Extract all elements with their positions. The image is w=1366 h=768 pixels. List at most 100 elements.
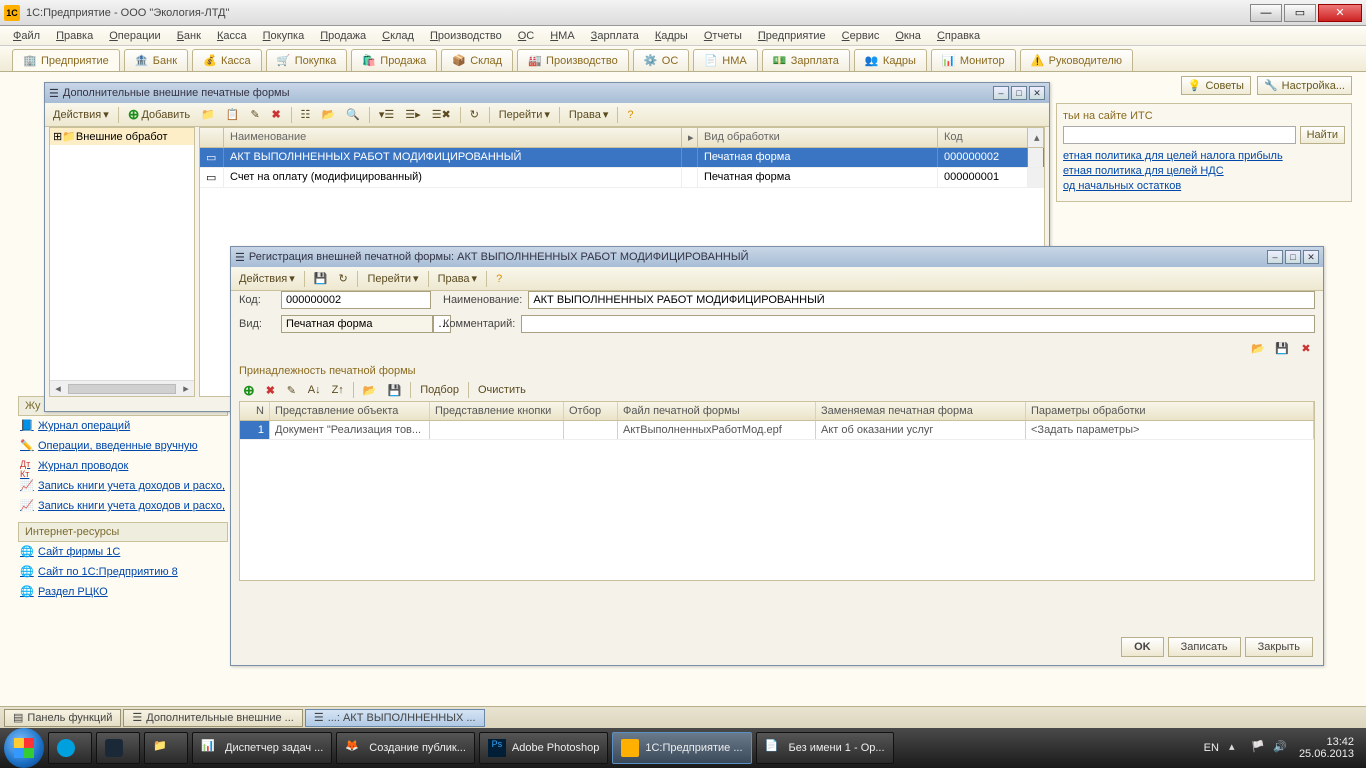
grid-row-2[interactable]: ▭ Счет на оплату (модифицированный) Печа… <box>200 168 1044 188</box>
taskbar-taskmgr[interactable]: 📊Диспетчер задач ... <box>192 732 332 764</box>
taskbar-steam[interactable] <box>96 732 140 764</box>
tab-production[interactable]: 🏭Производство <box>517 49 629 71</box>
name-input[interactable] <box>528 291 1315 309</box>
reg-actions-menu[interactable]: Действия ▾ <box>235 270 299 288</box>
row-delete-button[interactable]: ✖ <box>262 381 280 399</box>
col-prev-header[interactable]: ▸ <box>682 128 698 147</box>
menu-os[interactable]: ОС <box>511 28 542 44</box>
tray-speaker-icon[interactable]: 🔊 <box>1273 740 1289 756</box>
row-edit-button[interactable]: ✎ <box>283 381 301 399</box>
tree-root-item[interactable]: ⊞ 📁 Внешние обработ <box>50 128 194 145</box>
menu-warehouse[interactable]: Склад <box>375 28 421 44</box>
menu-reports[interactable]: Отчеты <box>697 28 749 44</box>
menu-cash[interactable]: Касса <box>210 28 254 44</box>
row-save-button[interactable]: 💾 <box>384 381 406 399</box>
link-journal-postings[interactable]: ДтКтЖурнал проводок <box>18 456 228 476</box>
add-folder-button[interactable]: 📁 <box>197 106 219 124</box>
child2-minimize-button[interactable]: – <box>1267 250 1283 264</box>
reg-help-button[interactable]: ? <box>492 270 510 288</box>
link-manual-operations[interactable]: ✏️Операции, введенные вручную <box>18 436 228 456</box>
link-income-expense-2[interactable]: 📈Запись книги учета доходов и расхо, <box>18 496 228 516</box>
tab-manager[interactable]: ⚠️Руководителю <box>1020 49 1133 71</box>
its-link-1[interactable]: етная политика для целей налога прибыль <box>1063 150 1345 162</box>
menu-purchase[interactable]: Покупка <box>256 28 312 44</box>
hierarchy-button[interactable]: ☷ <box>297 106 315 124</box>
rights-menu-button[interactable]: Права ▾ <box>565 106 613 124</box>
its-search-input[interactable] <box>1063 126 1296 144</box>
child2-maximize-button[interactable]: □ <box>1285 250 1301 264</box>
reg-rights-menu[interactable]: Права ▾ <box>434 270 482 288</box>
row-sort-asc-button[interactable]: A↓ <box>304 381 325 399</box>
minimize-button[interactable]: — <box>1250 4 1282 22</box>
tray-lang[interactable]: EN <box>1204 742 1219 754</box>
clear-button[interactable]: Очистить <box>474 381 530 399</box>
tab-nma[interactable]: 📄НМА <box>693 49 757 71</box>
clear-file-button[interactable]: ✖ <box>1297 339 1315 357</box>
menu-enterprise[interactable]: Предприятие <box>751 28 833 44</box>
col-file[interactable]: Файл печатной формы <box>618 402 816 420</box>
child2-close-button[interactable]: ✕ <box>1303 250 1319 264</box>
reg-goto-menu[interactable]: Перейти ▾ <box>363 270 422 288</box>
reg-refresh-button[interactable]: ↻ <box>334 270 352 288</box>
mark-delete-button[interactable]: ✖ <box>268 106 286 124</box>
its-link-2[interactable]: етная политика для целей НДС <box>1063 165 1345 177</box>
tab-bank[interactable]: 🏦Банк <box>124 49 188 71</box>
edit-button[interactable]: ✎ <box>247 106 265 124</box>
maximize-button[interactable]: ▭ <box>1284 4 1316 22</box>
row-open-folder-button[interactable]: 📂 <box>359 381 381 399</box>
tray-show-hidden-icon[interactable]: ▴ <box>1229 740 1245 756</box>
tab-enterprise[interactable]: 🏢Предприятие <box>12 49 120 71</box>
col-repl[interactable]: Заменяемая печатная форма <box>816 402 1026 420</box>
taskbar-firefox[interactable]: 🦊Создание публик... <box>336 732 475 764</box>
tab-sale[interactable]: 🛍️Продажа <box>351 49 437 71</box>
close-button[interactable]: ✕ <box>1318 4 1362 22</box>
tips-button[interactable]: 💡Советы <box>1181 76 1251 95</box>
copy-button[interactable]: 📋 <box>222 106 244 124</box>
col-code-header[interactable]: Код <box>938 128 1028 147</box>
goto-menu-button[interactable]: Перейти ▾ <box>495 106 554 124</box>
col-par[interactable]: Параметры обработки <box>1026 402 1314 420</box>
taskbar-photoshop[interactable]: PsAdobe Photoshop <box>479 732 608 764</box>
menu-edit[interactable]: Правка <box>49 28 100 44</box>
taskbar-1c[interactable]: 1С:Предприятие ... <box>612 732 751 764</box>
tab-warehouse[interactable]: 📦Склад <box>441 49 513 71</box>
close-dialog-button[interactable]: Закрыть <box>1245 637 1313 657</box>
kind-input[interactable] <box>281 315 433 333</box>
menu-salary[interactable]: Зарплата <box>584 28 646 44</box>
row-sort-desc-button[interactable]: Z↑ <box>328 381 348 399</box>
wtab-function-panel[interactable]: ▤Панель функций <box>4 709 121 727</box>
child-close-button[interactable]: ✕ <box>1029 86 1045 100</box>
menu-hr[interactable]: Кадры <box>648 28 695 44</box>
taskbar-openoffice[interactable]: 📄Без имени 1 - Op... <box>756 732 894 764</box>
write-button[interactable]: Записать <box>1168 637 1241 657</box>
tree-scrollbar[interactable]: ◂▸ <box>50 380 194 396</box>
tab-salary[interactable]: 💵Зарплата <box>762 49 850 71</box>
link-1c-enterprise-site[interactable]: 🌐Сайт по 1С:Предприятию 8 <box>18 562 228 582</box>
reg-save-button[interactable]: 💾 <box>310 270 332 288</box>
ok-button[interactable]: OK <box>1121 637 1164 657</box>
setup-button[interactable]: 🔧Настройка... <box>1257 76 1352 95</box>
col-n[interactable]: N <box>240 402 270 420</box>
find-button-1[interactable]: 🔍 <box>342 106 364 124</box>
move-to-group-button[interactable]: 📂 <box>318 106 340 124</box>
menu-file[interactable]: Файл <box>6 28 47 44</box>
podbor-button[interactable]: Подбор <box>416 381 463 399</box>
link-journal-operations[interactable]: 📘Журнал операций <box>18 416 228 436</box>
grid-row-1[interactable]: ▭ АКТ ВЫПОЛННЕННЫХ РАБОТ МОДИФИЦИРОВАННЫ… <box>200 148 1044 168</box>
actions-menu-button[interactable]: Действия ▾ <box>49 106 113 124</box>
col-obj[interactable]: Представление объекта <box>270 402 430 420</box>
col-btn[interactable]: Представление кнопки <box>430 402 564 420</box>
child-maximize-button[interactable]: □ <box>1011 86 1027 100</box>
col-sel[interactable]: Отбор <box>564 402 618 420</box>
link-1c-site[interactable]: 🌐Сайт фирмы 1С <box>18 542 228 562</box>
comment-input[interactable] <box>521 315 1315 333</box>
link-rcko[interactable]: 🌐Раздел РЦКО <box>18 582 228 602</box>
tab-cash[interactable]: 💰Касса <box>192 49 262 71</box>
open-file-button[interactable]: 📂 <box>1249 339 1267 357</box>
start-button[interactable] <box>4 728 44 768</box>
menu-operations[interactable]: Операции <box>102 28 167 44</box>
belong-row-1[interactable]: 1 Документ "Реализация тов... АктВыполне… <box>240 421 1314 440</box>
save-file-button[interactable]: 💾 <box>1273 339 1291 357</box>
menu-windows[interactable]: Окна <box>888 28 928 44</box>
col-type-header[interactable]: Вид обработки <box>698 128 938 147</box>
